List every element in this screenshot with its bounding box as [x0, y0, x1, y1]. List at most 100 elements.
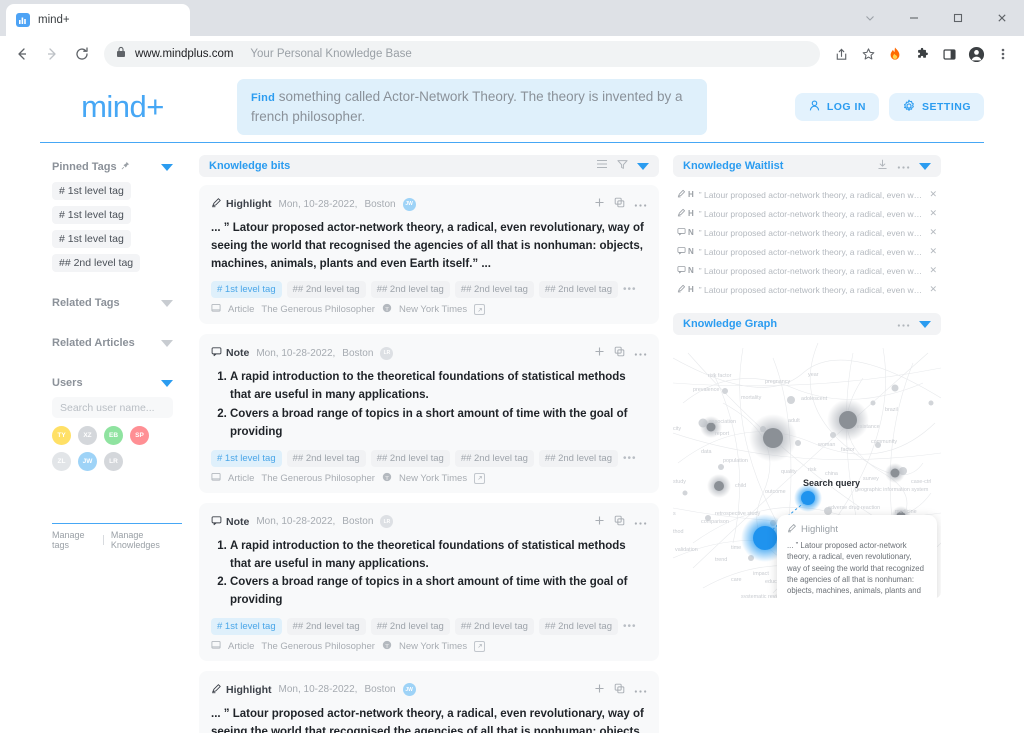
card-tags-more[interactable]: ••• [623, 453, 637, 464]
search-query-box[interactable]: Find something called Actor-Network Theo… [237, 79, 707, 135]
avatar[interactable]: JW [78, 452, 97, 471]
plus-icon[interactable] [594, 344, 605, 362]
card-tag[interactable]: ## 2nd level tag [454, 617, 534, 635]
source-publisher[interactable]: New York Times [399, 641, 467, 652]
avatar[interactable]: SP [130, 426, 149, 445]
login-button[interactable]: LOG IN [794, 93, 879, 121]
manage-tags-link[interactable]: Manage tags [52, 530, 96, 550]
more-icon[interactable] [634, 681, 647, 699]
external-link-icon[interactable] [474, 472, 486, 484]
close-icon[interactable]: ✕ [929, 284, 937, 295]
duplicate-icon[interactable] [614, 344, 625, 362]
plus-icon[interactable] [594, 513, 605, 531]
extensions-puzzle-icon[interactable] [909, 41, 935, 67]
chevron-down-icon[interactable] [919, 320, 931, 328]
app-logo[interactable]: mind+ [40, 89, 205, 125]
source-title[interactable]: The Generous Philosopher [261, 304, 375, 315]
more-icon[interactable] [634, 195, 647, 213]
card-tag[interactable]: ## 2nd level tag [538, 617, 618, 635]
more-icon[interactable] [634, 513, 647, 531]
waitlist-row[interactable]: H ” Latour proposed actor-network theory… [673, 280, 941, 299]
sidebar-section-header[interactable]: Related Articles [40, 331, 185, 355]
sidebar-section-header[interactable]: Users [40, 371, 185, 395]
chrome-menu-icon[interactable] [990, 41, 1016, 67]
bookmark-star-icon[interactable] [855, 41, 881, 67]
card-tag[interactable]: ## 2nd level tag [286, 449, 366, 467]
manage-knowledges-link[interactable]: Manage Knowledges [111, 530, 182, 550]
external-link-icon[interactable] [474, 304, 486, 316]
flame-icon[interactable] [882, 41, 908, 67]
chevron-down-icon[interactable] [161, 339, 173, 347]
card-tag[interactable]: ## 2nd level tag [286, 617, 366, 635]
address-bar[interactable]: www.mindplus.com Your Personal Knowledge… [104, 41, 820, 67]
tag-pill[interactable]: # 1st level tag [52, 230, 131, 248]
more-icon[interactable] [897, 157, 910, 175]
duplicate-icon[interactable] [614, 195, 625, 213]
avatar[interactable]: LR [104, 452, 123, 471]
tag-pill[interactable]: ## 2nd level tag [52, 254, 141, 272]
close-icon[interactable]: ✕ [929, 227, 937, 238]
card-tag[interactable]: ## 2nd level tag [370, 281, 450, 299]
close-icon[interactable]: ✕ [929, 265, 937, 276]
close-icon[interactable]: ✕ [929, 246, 937, 257]
sidebar-section-header[interactable]: Related Tags [40, 291, 185, 315]
knowledge-graph-canvas[interactable]: risk factor pregnancy year prevalence morta… [673, 343, 941, 598]
card-tag[interactable]: ## 2nd level tag [454, 281, 534, 299]
setting-button[interactable]: SETTING [888, 93, 984, 121]
plus-icon[interactable] [594, 195, 605, 213]
tag-pill[interactable]: # 1st level tag [52, 182, 131, 200]
waitlist-row[interactable]: H ” Latour proposed actor-network theory… [673, 204, 941, 223]
share-icon[interactable] [828, 41, 854, 67]
source-title[interactable]: The Generous Philosopher [261, 641, 375, 652]
source-publisher[interactable]: New York Times [399, 304, 467, 315]
plus-icon[interactable] [594, 681, 605, 699]
maximize-icon[interactable] [936, 2, 980, 34]
side-panel-icon[interactable] [936, 41, 962, 67]
duplicate-icon[interactable] [614, 513, 625, 531]
arrow-right-icon[interactable] [38, 40, 66, 68]
card-tag[interactable]: ## 2nd level tag [538, 281, 618, 299]
card-tag[interactable]: # 1st level tag [211, 449, 282, 467]
chevron-down-icon[interactable] [848, 2, 892, 34]
card-tag[interactable]: ## 2nd level tag [370, 617, 450, 635]
browser-tab-mindplus[interactable]: mind+ [6, 4, 190, 36]
chevron-down-icon[interactable] [919, 162, 931, 170]
card-tag[interactable]: ## 2nd level tag [370, 449, 450, 467]
close-icon[interactable]: ✕ [929, 189, 937, 200]
search-user-input[interactable]: Search user name... [52, 397, 173, 418]
list-view-icon[interactable] [596, 157, 608, 175]
waitlist-row[interactable]: N ” Latour proposed actor-network theory… [673, 223, 941, 242]
avatar[interactable]: XZ [78, 426, 97, 445]
source-publisher[interactable]: New York Times [399, 473, 467, 484]
minimize-icon[interactable] [892, 2, 936, 34]
knowledge-card[interactable]: Note Mon, 10-28-2022, Boston LR 1. A rap… [199, 502, 659, 661]
waitlist-row[interactable]: N ” Latour proposed actor-network theory… [673, 261, 941, 280]
external-link-icon[interactable] [474, 640, 486, 652]
chevron-down-icon[interactable] [161, 379, 173, 387]
tag-pill[interactable]: # 1st level tag [52, 206, 131, 224]
knowledge-card[interactable]: Highlight Mon, 10-28-2022, Boston JW ...… [199, 185, 659, 325]
close-icon[interactable]: ✕ [929, 208, 937, 219]
graph-node-tooltip[interactable]: Highlight ... ” Latour proposed actor-ne… [777, 515, 937, 598]
avatar[interactable]: ZL [52, 452, 71, 471]
chevron-down-icon[interactable] [161, 299, 173, 307]
chevron-down-icon[interactable] [637, 162, 649, 170]
waitlist-row[interactable]: H ” Latour proposed actor-network theory… [673, 185, 941, 204]
card-tag[interactable]: # 1st level tag [211, 281, 282, 299]
card-tag[interactable]: ## 2nd level tag [454, 449, 534, 467]
chevron-down-icon[interactable] [161, 163, 173, 171]
close-icon[interactable] [980, 2, 1024, 34]
card-tag[interactable]: ## 2nd level tag [538, 449, 618, 467]
reload-icon[interactable] [68, 40, 96, 68]
more-icon[interactable] [897, 315, 910, 333]
sidebar-section-header[interactable]: Pinned Tags [40, 155, 185, 179]
arrow-left-icon[interactable] [8, 40, 36, 68]
duplicate-icon[interactable] [614, 681, 625, 699]
avatar[interactable]: TY [52, 426, 71, 445]
download-icon[interactable] [877, 157, 888, 175]
card-tags-more[interactable]: ••• [623, 284, 637, 295]
card-tags-more[interactable]: ••• [623, 621, 637, 632]
avatar[interactable]: EB [104, 426, 123, 445]
filter-icon[interactable] [617, 157, 628, 175]
knowledge-card[interactable]: Highlight Mon, 10-28-2022, Boston JW ...… [199, 670, 659, 733]
